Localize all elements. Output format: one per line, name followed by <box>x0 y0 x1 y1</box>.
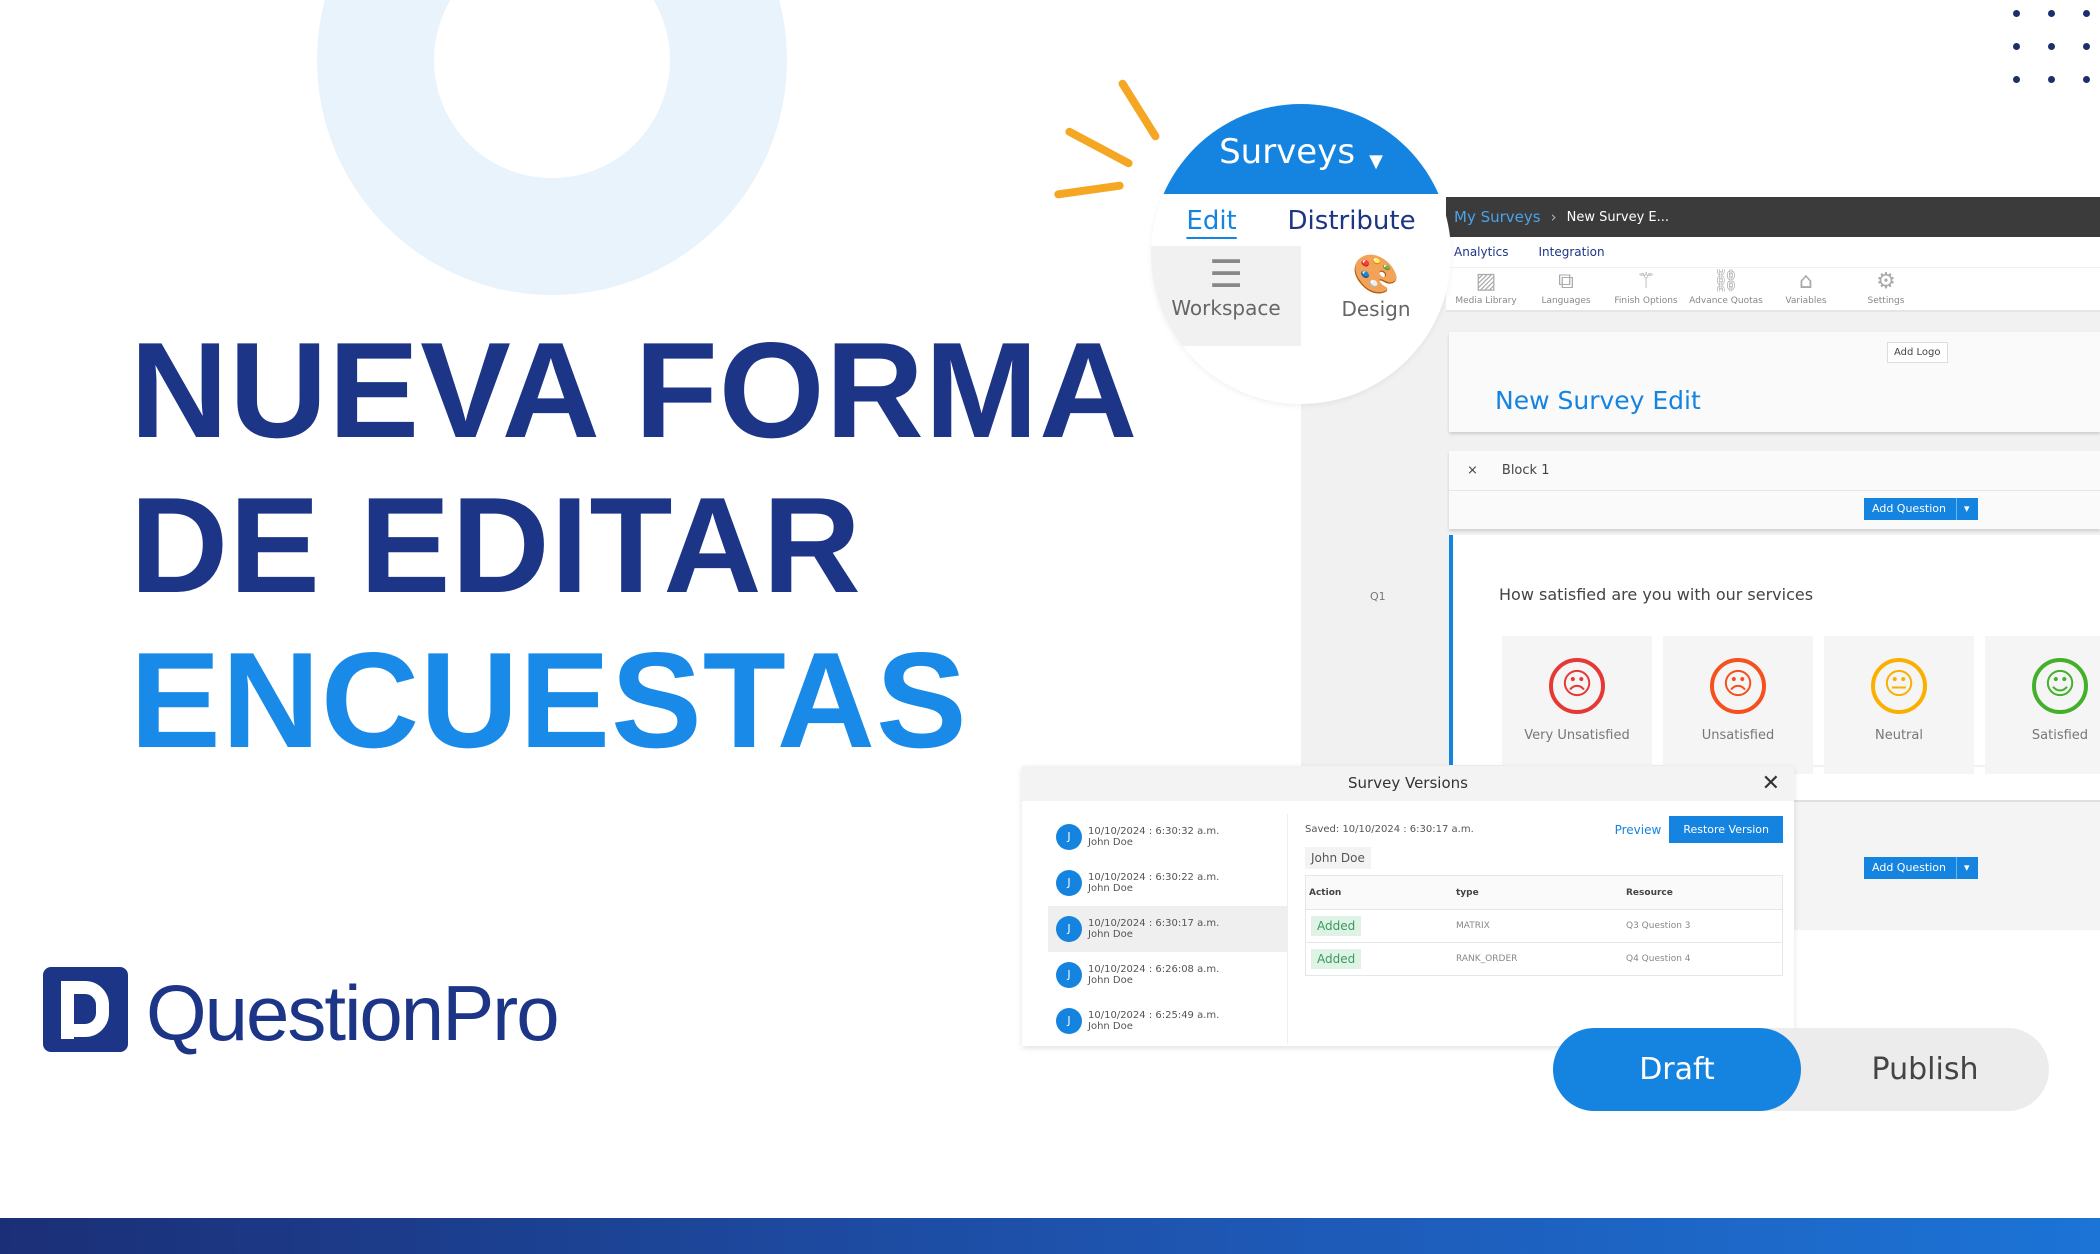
toolbar-variables[interactable]: ⌂ Variables <box>1766 268 1846 310</box>
tag-icon: ⌂ <box>1799 269 1813 294</box>
decorative-ring <box>317 0 787 295</box>
collapse-icon[interactable]: ⨯ <box>1467 463 1478 478</box>
close-icon[interactable]: ✕ <box>1762 766 1780 801</box>
version-item[interactable]: J 10/10/2024 : 6:25:49 a.m. John Doe <box>1048 998 1287 1044</box>
happy-face-icon: ☺ <box>2032 658 2088 714</box>
headline-line-2: DE EDITAR <box>130 469 862 621</box>
status-badge: Added <box>1311 949 1362 969</box>
wand-icon: ⚚ <box>1636 269 1656 294</box>
answer-options: ☹ Very Unsatisfied ☹ Unsatisfied 😐 Neutral … <box>1502 636 2100 774</box>
toolbar-media-library[interactable]: ▨ Media Library <box>1446 268 1526 310</box>
publish-option[interactable]: Publish <box>1801 1028 2049 1111</box>
status-badge: Added <box>1311 916 1362 936</box>
version-item[interactable]: J 10/10/2024 : 6:30:32 a.m. John Doe <box>1048 814 1287 860</box>
palette-icon: 🎨 <box>1352 252 1400 296</box>
survey-title-card: Add Logo New Survey Edit <box>1449 332 2100 432</box>
breadcrumb-bar: My Surveys › New Survey E... <box>1446 197 2100 237</box>
orange-rays <box>1053 60 1185 200</box>
table-row: Added MATRIX Q3 Question 3 <box>1306 909 1782 942</box>
draft-option[interactable]: Draft <box>1553 1028 1801 1111</box>
restore-version-button[interactable]: Restore Version <box>1669 816 1783 843</box>
surveys-dropdown[interactable]: Surveys ▼ <box>1151 104 1451 194</box>
sad-face-icon: ☹ <box>1710 658 1766 714</box>
add-question-button-2[interactable]: Add Question ▾ <box>1864 857 1978 879</box>
headline-line-1: NUEVA FORMA <box>130 314 1139 466</box>
add-question-button[interactable]: Add Question ▾ <box>1864 498 1978 520</box>
app-toolbar: ▨ Media Library ⧉ Languages ⚚ Finish Option… <box>1446 268 2100 312</box>
toolbar-advance-quotas[interactable]: ⛓ Advance Quotas <box>1686 268 1766 310</box>
app-tabs: Analytics Integration <box>1446 237 2100 267</box>
breadcrumb-current: New Survey E... <box>1566 209 1670 225</box>
toolbar-languages[interactable]: ⧉ Languages <box>1526 268 1606 310</box>
table-row: Added RANK_ORDER Q4 Question 4 <box>1306 942 1782 975</box>
breadcrumb-separator: › <box>1550 208 1557 226</box>
option-satisfied[interactable]: ☺ Satisfied <box>1985 636 2100 774</box>
changes-table: Action type Resource Added MATRIX Q3 Questio… <box>1305 875 1783 976</box>
version-item[interactable]: J 10/10/2024 : 6:30:22 a.m. John Doe <box>1048 860 1287 906</box>
dropdown-arrow-icon: ▾ <box>1956 857 1970 879</box>
tab-integration[interactable]: Integration <box>1539 245 1605 259</box>
breadcrumb-root[interactable]: My Surveys <box>1454 208 1541 226</box>
neutral-face-icon: 😐 <box>1871 658 1927 714</box>
block-label: Block 1 <box>1501 463 1550 478</box>
gear-icon: ⚙ <box>1876 269 1896 294</box>
dropdown-arrow-icon: ▾ <box>1956 498 1970 520</box>
tab-analytics[interactable]: Analytics <box>1454 245 1509 259</box>
list-icon: ☰ <box>1208 252 1244 296</box>
tool-workspace[interactable]: ☰ Workspace <box>1151 246 1301 346</box>
modal-title: Survey Versions <box>1348 774 1468 792</box>
block-card: ⨯ Block 1 Add Question ▾ <box>1449 451 2100 529</box>
very-sad-face-icon: ☹ <box>1549 658 1605 714</box>
option-unsatisfied[interactable]: ☹ Unsatisfied <box>1663 636 1813 774</box>
user-chip: John Doe <box>1305 847 1371 869</box>
translate-icon: ⧉ <box>1558 269 1574 294</box>
survey-versions-modal: Survey Versions ✕ J 10/10/2024 : 6:30:32 … <box>1022 766 1794 1046</box>
version-item-selected[interactable]: J 10/10/2024 : 6:30:17 a.m. John Doe <box>1048 906 1287 952</box>
tab-edit[interactable]: Edit <box>1186 206 1236 236</box>
image-icon: ▨ <box>1475 269 1497 294</box>
add-logo-button[interactable]: Add Logo <box>1887 342 1948 363</box>
surveys-menu: Surveys ▼ Edit Distribute ☰ Workspace 🎨 Des… <box>1151 104 1451 404</box>
question-text[interactable]: How satisfied are you with our services <box>1499 585 1813 604</box>
preview-link[interactable]: Preview <box>1615 823 1662 837</box>
toolbar-finish-options[interactable]: ⚚ Finish Options <box>1606 268 1686 310</box>
tab-distribute[interactable]: Distribute <box>1288 206 1416 236</box>
headline-line-3: ENCUESTAS <box>130 624 968 776</box>
caret-down-icon: ▼ <box>1369 151 1383 172</box>
version-item[interactable]: J 10/10/2024 : 6:26:08 a.m. John Doe <box>1048 952 1287 998</box>
brand-name: QuestionPro <box>146 969 560 1057</box>
toolbar-settings[interactable]: ⚙ Settings <box>1846 268 1926 310</box>
decorative-dots <box>2013 10 2093 83</box>
saved-timestamp: Saved: 10/10/2024 : 6:30:17 a.m. <box>1305 824 1474 835</box>
link-icon: ⛓ <box>1712 269 1740 294</box>
draft-publish-toggle: Draft Publish <box>1553 1028 2049 1111</box>
question-q1-label: Q1 <box>1370 590 1386 603</box>
survey-title[interactable]: New Survey Edit <box>1495 386 1701 415</box>
questionpro-logo-icon <box>43 967 128 1052</box>
tool-design[interactable]: 🎨 Design <box>1301 246 1451 346</box>
bottom-bar <box>0 1218 2100 1254</box>
option-very-unsatisfied[interactable]: ☹ Very Unsatisfied <box>1502 636 1652 774</box>
option-neutral[interactable]: 😐 Neutral <box>1824 636 1974 774</box>
